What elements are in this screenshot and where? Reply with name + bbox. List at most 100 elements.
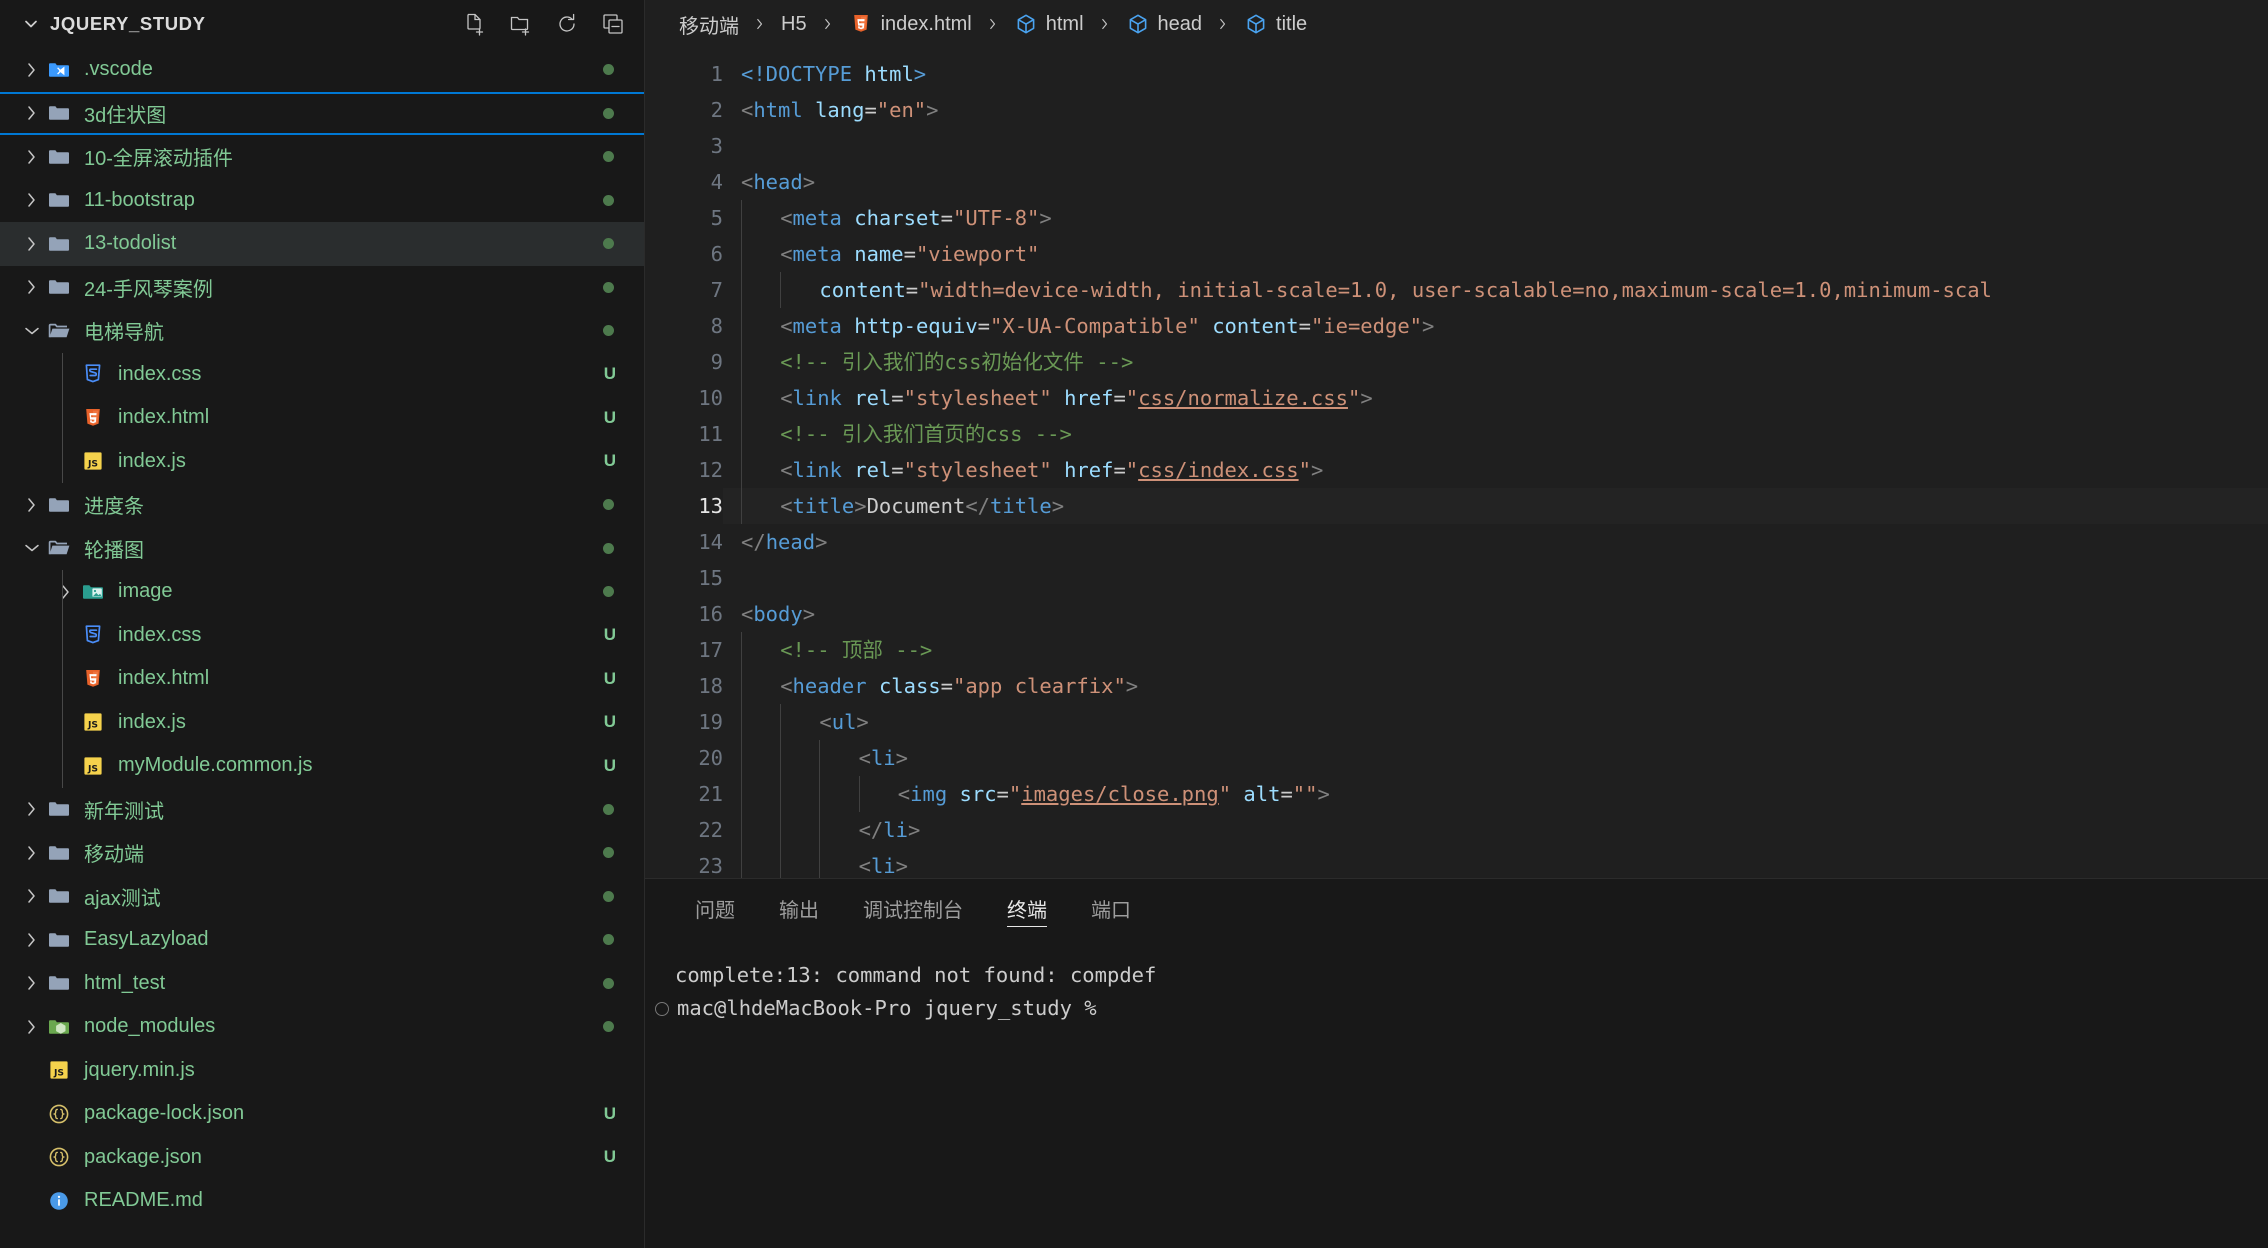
code-line[interactable]: <header class="app clearfix"> [723,668,2268,704]
tree-folder-row[interactable]: 轮播图 [0,527,644,571]
code-editor[interactable]: 1 2 3 4 5 6 7 8 9 10 11 12 13 14 15 16 17 18 19 20 21 22 23 <!… [645,48,2268,878]
code-line[interactable]: <!-- 引入我们的css初始化文件 --> [723,344,2268,380]
code-line[interactable]: <html lang="en"> [723,92,2268,128]
code-line[interactable]: <li> [723,740,2268,776]
breadcrumb-item[interactable]: title [1242,12,1309,36]
code-line[interactable]: <link rel="stylesheet" href="css/normali… [723,380,2268,416]
tree-folder-row[interactable]: 3d住状图 [0,91,644,135]
new-file-icon[interactable] [458,7,492,41]
tree-file-row[interactable]: package-lock.json U [0,1092,644,1136]
code-line[interactable]: <meta http-equiv="X-UA-Compatible" conte… [723,308,2268,344]
chevron-down-icon[interactable] [18,319,46,343]
code-line[interactable] [723,560,2268,596]
tree-file-row[interactable]: index.css U [0,352,644,396]
collapse-all-icon[interactable] [596,7,630,41]
chevron-right-icon[interactable] [18,797,46,821]
tree-folder-row[interactable]: 24-手风琴案例 [0,266,644,310]
code-token: name [854,242,904,266]
chevron-right-icon[interactable] [18,145,46,169]
tree-file-row[interactable]: index.html U [0,657,644,701]
panel-tab[interactable]: 问题 [673,879,757,937]
code-line[interactable]: </li> [723,812,2268,848]
chevron-right-icon[interactable] [18,971,46,995]
code-line[interactable]: <link rel="stylesheet" href="css/index.c… [723,452,2268,488]
chevron-right-icon[interactable] [18,232,46,256]
panel-tab[interactable]: 输出 [757,879,841,937]
tree-folder-row[interactable]: .vscode [0,48,644,92]
svg-text:JS: JS [87,763,98,774]
line-number: 23 [698,854,723,878]
code-token: > [802,170,816,194]
tree-file-row[interactable]: package.json U [0,1136,644,1180]
chevron-down-icon[interactable] [18,536,46,560]
code-line[interactable]: <meta charset="UTF-8"> [723,200,2268,236]
code-line[interactable]: <!DOCTYPE html> [723,56,2268,92]
breadcrumb-item[interactable]: head [1124,12,1205,36]
tree-file-row[interactable]: JS index.js U [0,439,644,483]
code-line[interactable]: <!-- 顶部 --> [723,632,2268,668]
breadcrumb[interactable]: 移动端 H5 index.html html head title [645,0,2268,48]
tree-file-row[interactable]: README.md [0,1179,644,1223]
file-tree[interactable]: .vscode 3d住状图 10-全屏滚动插件 11-bootstrap 13-todo… [0,48,644,1248]
code-line[interactable]: <body> [723,596,2268,632]
code-line[interactable]: <title>Document</title> [723,488,2268,524]
line-number: 10 [698,386,723,410]
code-indent-guide [741,488,742,524]
breadcrumb-item[interactable]: H5 [779,13,809,36]
chevron-right-icon[interactable] [18,275,46,299]
code-token: lang [815,98,865,122]
tree-file-row[interactable]: JS myModule.common.js U [0,744,644,788]
code-token: = [1113,458,1126,482]
panel-tab[interactable]: 端口 [1069,879,1153,937]
code-line[interactable] [723,128,2268,164]
folder-closed-icon [46,144,72,170]
chevron-right-icon[interactable] [18,928,46,952]
tree-file-row[interactable]: index.html U [0,396,644,440]
code-line[interactable]: <img src="images/close.png" alt=""> [723,776,2268,812]
chevron-right-icon[interactable] [18,188,46,212]
tree-file-row[interactable]: JS index.js U [0,700,644,744]
terminal-output[interactable]: complete:13: command not found: compdef m… [645,937,2268,1248]
breadcrumb-item[interactable]: index.html [847,12,974,36]
code-content[interactable]: <!DOCTYPE html> <html lang="en"> <head> <me… [723,48,2268,878]
tree-folder-row[interactable]: 进度条 [0,483,644,527]
code-line[interactable]: <head> [723,164,2268,200]
code-line-content: </head> [741,530,827,554]
tree-file-row[interactable]: index.css U [0,613,644,657]
panel-tab[interactable]: 终端 [985,879,1069,937]
refresh-icon[interactable] [550,7,584,41]
tree-folder-row[interactable]: node_modules [0,1005,644,1049]
chevron-right-icon[interactable] [18,1015,46,1039]
chevron-right-icon[interactable] [52,580,80,604]
code-token: content [1212,314,1299,338]
code-line-content: <li> [741,854,908,878]
code-line[interactable]: <li> [723,848,2268,878]
tree-folder-row[interactable]: EasyLazyload [0,918,644,962]
chevron-right-icon[interactable] [18,841,46,865]
tree-folder-row[interactable]: 11-bootstrap [0,179,644,223]
panel-tab-bar[interactable]: 问题 输出 调试控制台 终端 端口 [645,879,2268,937]
tree-folder-row[interactable]: 新年测试 [0,788,644,832]
code-line[interactable]: <!-- 引入我们首页的css --> [723,416,2268,452]
tree-folder-row[interactable]: ajax测试 [0,875,644,919]
code-line[interactable]: content="width=device-width, initial-sca… [723,272,2268,308]
tree-folder-row[interactable]: 移动端 [0,831,644,875]
breadcrumb-item[interactable]: html [1012,12,1086,36]
chevron-right-icon[interactable] [18,884,46,908]
code-line[interactable]: <ul> [723,704,2268,740]
code-line[interactable]: </head> [723,524,2268,560]
panel-tab[interactable]: 调试控制台 [841,879,985,937]
tree-folder-row[interactable]: 10-全屏滚动插件 [0,135,644,179]
chevron-down-icon[interactable] [18,11,44,37]
breadcrumb-item[interactable]: 移动端 [677,10,741,39]
chevron-right-icon[interactable] [18,101,46,125]
chevron-right-icon[interactable] [18,58,46,82]
chevron-right-icon[interactable] [18,493,46,517]
code-line[interactable]: <meta name="viewport" [723,236,2268,272]
tree-file-row[interactable]: JS jquery.min.js [0,1049,644,1093]
tree-folder-row[interactable]: image [0,570,644,614]
tree-folder-row[interactable]: 电梯导航 [0,309,644,353]
tree-folder-row[interactable]: 13-todolist [0,222,644,266]
tree-folder-row[interactable]: html_test [0,962,644,1006]
new-folder-icon[interactable] [504,7,538,41]
